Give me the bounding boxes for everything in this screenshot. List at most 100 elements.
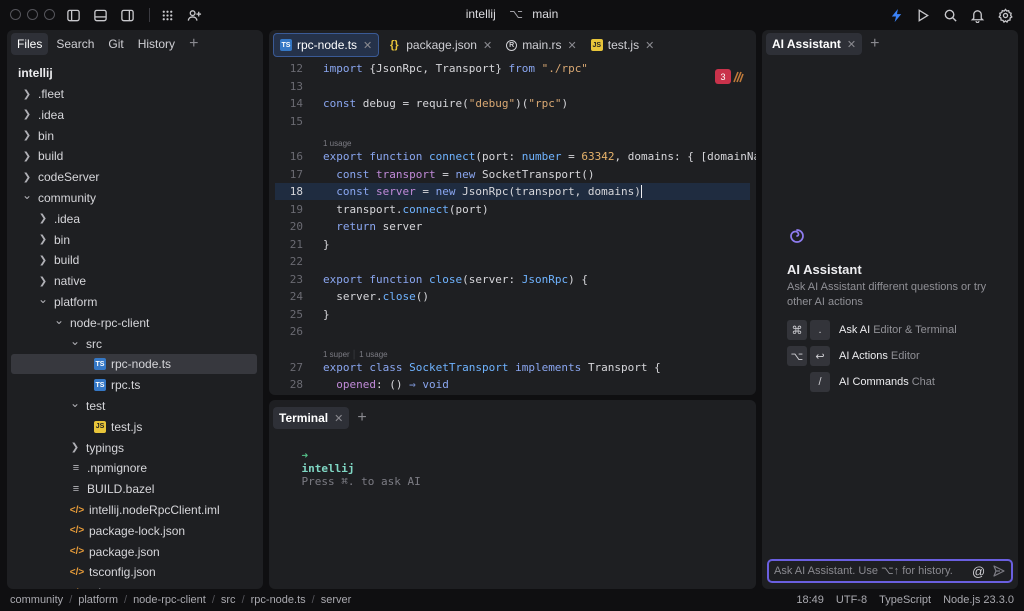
chevron-down-icon[interactable]: ⌄ bbox=[70, 396, 80, 410]
breadcrumb-item[interactable]: platform bbox=[78, 594, 118, 606]
tab-files[interactable]: Files bbox=[11, 33, 49, 55]
editor-tab-test-js[interactable]: JS test.js ✕ bbox=[585, 33, 661, 57]
tab-search[interactable]: Search bbox=[50, 33, 100, 55]
minimize-window-button[interactable] bbox=[27, 9, 38, 20]
tree-item[interactable]: ⌄ node-rpc-client bbox=[11, 313, 257, 333]
tree-item[interactable]: TS rpc.ts bbox=[11, 375, 257, 395]
settings-gear-icon[interactable] bbox=[996, 6, 1014, 24]
ai-assistant-logo-icon bbox=[790, 229, 804, 243]
tree-item[interactable]: </> package.json bbox=[11, 542, 257, 562]
chevron-right-icon[interactable]: ❯ bbox=[38, 213, 48, 224]
chevron-right-icon[interactable]: ❯ bbox=[22, 172, 32, 183]
chevron-right-icon[interactable]: ❯ bbox=[22, 130, 32, 141]
tree-item[interactable]: </> package-lock.json bbox=[11, 521, 257, 541]
chevron-down-icon[interactable]: ⌄ bbox=[38, 292, 48, 306]
tree-item[interactable]: ⌄ src bbox=[11, 334, 257, 354]
tree-item[interactable]: JS test.js bbox=[11, 417, 257, 437]
ai-action-ask-ai[interactable]: ⌘ . Ask AI Editor & Terminal bbox=[787, 320, 957, 340]
zoom-window-button[interactable] bbox=[44, 9, 55, 20]
add-collaborator-icon[interactable] bbox=[185, 6, 203, 24]
add-chat-plus-icon[interactable]: + bbox=[864, 35, 885, 53]
ai-action-ai-commands[interactable]: / AI Commands Chat bbox=[787, 372, 935, 392]
code-editor[interactable]: 12 import {JsonRpc, Transport} from "./r… bbox=[269, 60, 756, 395]
tree-item[interactable]: ❯ .idea bbox=[11, 105, 257, 125]
tree-item[interactable]: ≡ BUILD.bazel bbox=[11, 479, 257, 499]
tab-git[interactable]: Git bbox=[102, 33, 129, 55]
editor-tab-package-json[interactable]: {} package.json ✕ bbox=[381, 33, 498, 57]
editor-tab-main-rs[interactable]: R main.rs ✕ bbox=[500, 33, 583, 57]
editor-panel: TS rpc-node.ts ✕ {} package.json ✕ R mai… bbox=[269, 30, 756, 395]
tree-item[interactable]: ⌄ community bbox=[11, 188, 257, 208]
tree-root[interactable]: intellij bbox=[18, 63, 257, 83]
chevron-right-icon[interactable]: ❯ bbox=[22, 109, 32, 120]
file-encoding[interactable]: UTF-8 bbox=[836, 594, 867, 606]
line-number: 24 bbox=[289, 290, 303, 303]
chevron-down-icon[interactable]: ⌄ bbox=[70, 334, 80, 348]
close-tab-icon[interactable]: ✕ bbox=[568, 39, 577, 52]
close-window-button[interactable] bbox=[10, 9, 21, 20]
ai-action-label: AI Actions bbox=[839, 350, 888, 362]
breadcrumb-item[interactable]: community bbox=[10, 594, 63, 606]
search-icon[interactable] bbox=[941, 6, 959, 24]
line-number: 14 bbox=[289, 97, 303, 110]
terminal-prompt[interactable]: ➜ intellij Press ⌘. to ask AI bbox=[275, 436, 421, 501]
apps-grid-icon[interactable] bbox=[158, 6, 176, 24]
breadcrumb-item[interactable]: server bbox=[321, 594, 352, 606]
chevron-down-icon[interactable]: ⌄ bbox=[22, 188, 32, 202]
tree-item[interactable]: ⌄ test bbox=[11, 396, 257, 416]
tree-item[interactable]: ≡ .npmignore bbox=[11, 458, 257, 478]
runtime-version[interactable]: Node.js 23.3.0 bbox=[943, 594, 1014, 606]
chevron-right-icon[interactable]: ❯ bbox=[70, 442, 80, 453]
tree-item-label: test bbox=[86, 399, 106, 413]
tree-item[interactable]: ❯ build bbox=[11, 250, 257, 270]
chevron-right-icon[interactable]: ❯ bbox=[38, 234, 48, 245]
tree-item[interactable]: ❯ typings bbox=[11, 438, 257, 458]
chevron-right-icon[interactable]: ❯ bbox=[38, 276, 48, 287]
tree-item[interactable]: </> intellij.nodeRpcClient.iml bbox=[11, 500, 257, 520]
tree-item[interactable]: ❯ .fleet bbox=[11, 84, 257, 104]
tree-item[interactable]: </> tsconfig.json bbox=[11, 562, 257, 582]
file-language[interactable]: TypeScript bbox=[879, 594, 931, 606]
chevron-right-icon[interactable]: ❯ bbox=[22, 89, 32, 100]
cursor-position[interactable]: 18:49 bbox=[796, 594, 824, 606]
breadcrumb-item[interactable]: rpc-node.ts bbox=[251, 594, 306, 606]
toggle-bottom-panel-icon[interactable] bbox=[91, 6, 109, 24]
add-terminal-plus-icon[interactable]: + bbox=[351, 409, 372, 427]
tab-terminal[interactable]: Terminal ✕ bbox=[273, 407, 350, 429]
chevron-right-icon[interactable]: ❯ bbox=[38, 255, 48, 266]
usage-hint[interactable]: 1 usage bbox=[323, 139, 351, 148]
run-icon[interactable] bbox=[913, 6, 931, 24]
send-icon[interactable] bbox=[993, 565, 1005, 577]
tab-ai-assistant[interactable]: AI Assistant ✕ bbox=[766, 33, 863, 55]
close-tab-icon[interactable]: ✕ bbox=[363, 39, 372, 52]
line-number: 26 bbox=[289, 325, 303, 338]
chevron-down-icon[interactable]: ⌄ bbox=[54, 313, 64, 327]
editor-tab-rpc-node-ts[interactable]: TS rpc-node.ts ✕ bbox=[273, 33, 380, 57]
close-tab-icon[interactable]: ✕ bbox=[645, 39, 654, 52]
tree-item[interactable]: ⌄ platform bbox=[11, 292, 257, 312]
tree-item[interactable]: ❯ build bbox=[11, 146, 257, 166]
ai-chat-input[interactable] bbox=[774, 565, 966, 577]
tree-item[interactable]: TS rpc-node.ts bbox=[11, 354, 257, 375]
ai-action-ai-actions[interactable]: ⌥ ↩ AI Actions Editor bbox=[787, 346, 920, 366]
mention-at-icon[interactable]: @ bbox=[972, 564, 985, 579]
notifications-bell-icon[interactable] bbox=[968, 6, 986, 24]
chevron-right-icon[interactable]: ❯ bbox=[22, 151, 32, 162]
tree-item[interactable]: ❯ bin bbox=[11, 230, 257, 250]
close-tab-icon[interactable]: ✕ bbox=[483, 39, 492, 52]
tree-item[interactable]: ❯ bin bbox=[11, 126, 257, 146]
close-tab-icon[interactable]: ✕ bbox=[334, 412, 343, 425]
project-name[interactable]: intellij bbox=[466, 7, 496, 21]
lightning-icon[interactable] bbox=[887, 6, 905, 24]
add-tab-plus-icon[interactable]: + bbox=[183, 35, 204, 53]
branch-name[interactable]: main bbox=[532, 7, 558, 21]
tab-history[interactable]: History bbox=[132, 33, 181, 55]
breadcrumb-item[interactable]: node-rpc-client bbox=[133, 594, 206, 606]
tree-item[interactable]: ❯ native bbox=[11, 271, 257, 291]
tree-item[interactable]: ❯ codeServer bbox=[11, 167, 257, 187]
tree-item[interactable]: ❯ .idea bbox=[11, 209, 257, 229]
close-tab-icon[interactable]: ✕ bbox=[847, 38, 856, 51]
breadcrumb-item[interactable]: src bbox=[221, 594, 236, 606]
toggle-left-panel-icon[interactable] bbox=[64, 6, 82, 24]
toggle-right-panel-icon[interactable] bbox=[118, 6, 136, 24]
